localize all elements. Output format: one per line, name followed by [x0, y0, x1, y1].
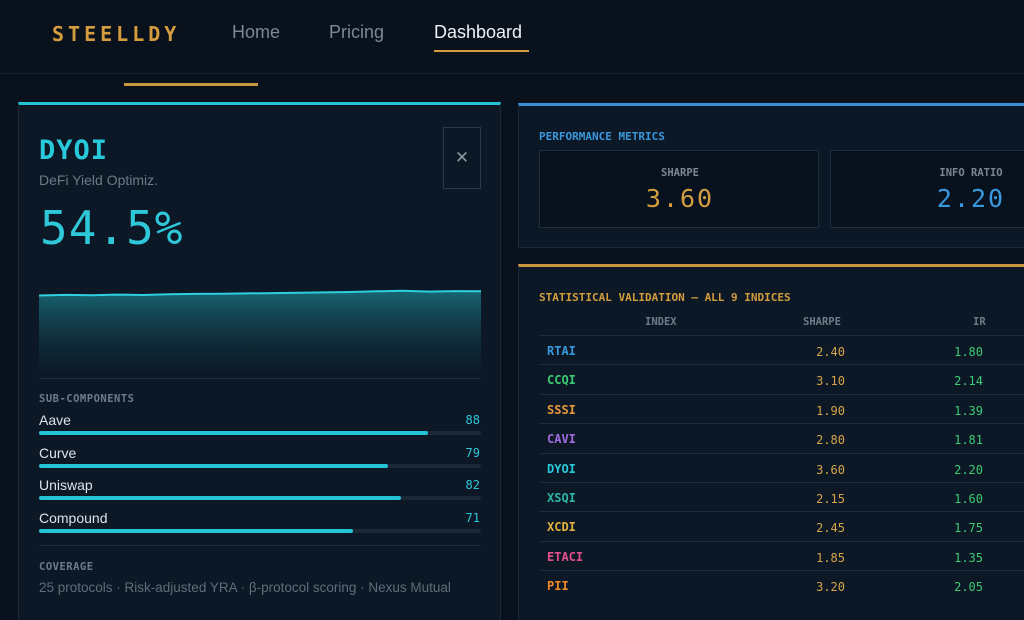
sharpe-cell: 1.85 — [816, 550, 845, 565]
component-bar — [39, 496, 481, 500]
component-name: Uniswap — [39, 477, 93, 493]
metric-label: INFO RATIO — [939, 167, 1003, 179]
top-navbar: STEELLDY Home Pricing Dashboard — [0, 0, 1024, 74]
component-name: Curve — [39, 445, 77, 461]
component-bar-fill — [39, 496, 402, 500]
ir-cell: 1.80 — [954, 345, 983, 359]
column-header-ir: IR — [973, 316, 986, 328]
index-cell: CAVI — [547, 432, 576, 447]
index-cell: XCDI — [547, 520, 576, 535]
index-cell: CCQI — [547, 373, 576, 388]
metric-label: SHARPE — [661, 167, 699, 179]
sharpe-cell: 3.60 — [816, 462, 845, 477]
index-cell: PII — [547, 579, 569, 594]
metric-sharpe: SHARPE 3.60 — [539, 150, 819, 228]
component-name: Aave — [39, 412, 71, 428]
table-row[interactable]: CAVI 2.80 1.81 — [539, 423, 1024, 452]
metric-info-ratio: INFO RATIO 2.20 — [830, 150, 1024, 228]
ir-cell: 2.05 — [954, 580, 983, 595]
component-bar — [39, 529, 481, 533]
nav-dashboard[interactable]: Dashboard — [434, 22, 522, 43]
component-bar-fill — [39, 464, 389, 468]
ir-cell: 1.81 — [954, 433, 983, 448]
table-row[interactable]: CCQI 3.10 2.14 — [539, 364, 1024, 393]
component-bar-fill — [39, 529, 353, 533]
table-row[interactable]: PII 3.20 2.05 — [539, 570, 1024, 599]
ir-cell: 1.39 — [954, 403, 983, 418]
metric-value: 2.20 — [936, 184, 1006, 213]
index-cell: ETACI — [547, 549, 584, 564]
close-button[interactable]: ✕ — [443, 127, 481, 189]
component-bar-fill — [39, 431, 428, 435]
component-bar — [39, 431, 481, 435]
sharpe-cell: 1.90 — [816, 403, 845, 418]
component-value: 88 — [465, 413, 480, 427]
table-row[interactable]: ETACI 1.85 1.35 — [539, 540, 1024, 570]
column-header-index: INDEX — [645, 316, 677, 328]
brand-logo[interactable]: STEELLDY — [52, 22, 180, 46]
component-value: 71 — [465, 511, 480, 525]
section-divider — [39, 378, 481, 379]
index-cell: RTAI — [547, 344, 576, 358]
metric-value: 3.60 — [645, 184, 715, 213]
index-cell: DYOI — [547, 461, 576, 476]
performance-metrics-card: PERFORMANCE METRICS SHARPE 3.60 INFO RAT… — [518, 103, 1024, 248]
performance-title: PERFORMANCE METRICS — [539, 130, 665, 143]
nav-pricing[interactable]: Pricing — [329, 22, 384, 43]
sharpe-cell: 3.10 — [816, 374, 845, 389]
index-cell: XSQI — [547, 491, 576, 505]
sharpe-cell: 3.20 — [816, 580, 845, 595]
validation-title: STATISTICAL VALIDATION — ALL 9 INDICES — [539, 291, 791, 304]
index-value: 54.5% — [40, 201, 184, 255]
sub-components-label: SUB-COMPONENTS — [39, 393, 135, 405]
ir-cell: 2.14 — [954, 374, 983, 389]
section-divider — [39, 545, 481, 546]
index-cell: SSSI — [547, 402, 576, 417]
sharpe-cell: 2.15 — [816, 492, 845, 506]
coverage-label: COVERAGE — [39, 561, 94, 573]
sparkline-area — [39, 290, 481, 381]
statistical-validation-card: STATISTICAL VALIDATION — ALL 9 INDICES I… — [518, 264, 1024, 620]
column-header-sharpe: SHARPE — [803, 316, 841, 328]
table-row[interactable]: RTAI 2.40 1.80 — [539, 335, 1024, 364]
sharpe-cell: 2.45 — [816, 521, 845, 536]
ir-cell: 1.75 — [954, 521, 983, 536]
index-detail-card: DYOI DeFi Yield Optimiz. 54.5% ✕ SUB-COM… — [18, 102, 501, 620]
sharpe-cell: 2.40 — [816, 345, 845, 359]
close-icon: ✕ — [454, 148, 470, 167]
component-name: Compound — [39, 510, 108, 526]
ir-cell: 1.60 — [954, 492, 983, 506]
table-row[interactable]: XSQI 2.15 1.60 — [539, 482, 1024, 511]
sharpe-cell: 2.80 — [816, 433, 845, 448]
index-ticker: DYOI — [39, 135, 109, 166]
table-row[interactable]: SSSI 1.90 1.39 — [539, 393, 1024, 423]
nav-home[interactable]: Home — [232, 22, 280, 43]
component-value: 82 — [465, 478, 480, 492]
sub-tab-indicator — [124, 83, 258, 86]
coverage-text: 25 protocols · Risk-adjusted YRA · β-pro… — [39, 580, 451, 595]
component-value: 79 — [465, 446, 480, 460]
table-row[interactable]: DYOI 3.60 2.20 — [539, 452, 1024, 482]
table-row[interactable]: XCDI 2.45 1.75 — [539, 511, 1024, 540]
ir-cell: 1.35 — [954, 550, 983, 565]
component-bar — [39, 464, 481, 468]
ir-cell: 2.20 — [954, 462, 983, 477]
nav-active-underline — [434, 50, 529, 52]
sparkline-chart — [39, 289, 481, 381]
index-name: DeFi Yield Optimiz. — [39, 172, 159, 188]
